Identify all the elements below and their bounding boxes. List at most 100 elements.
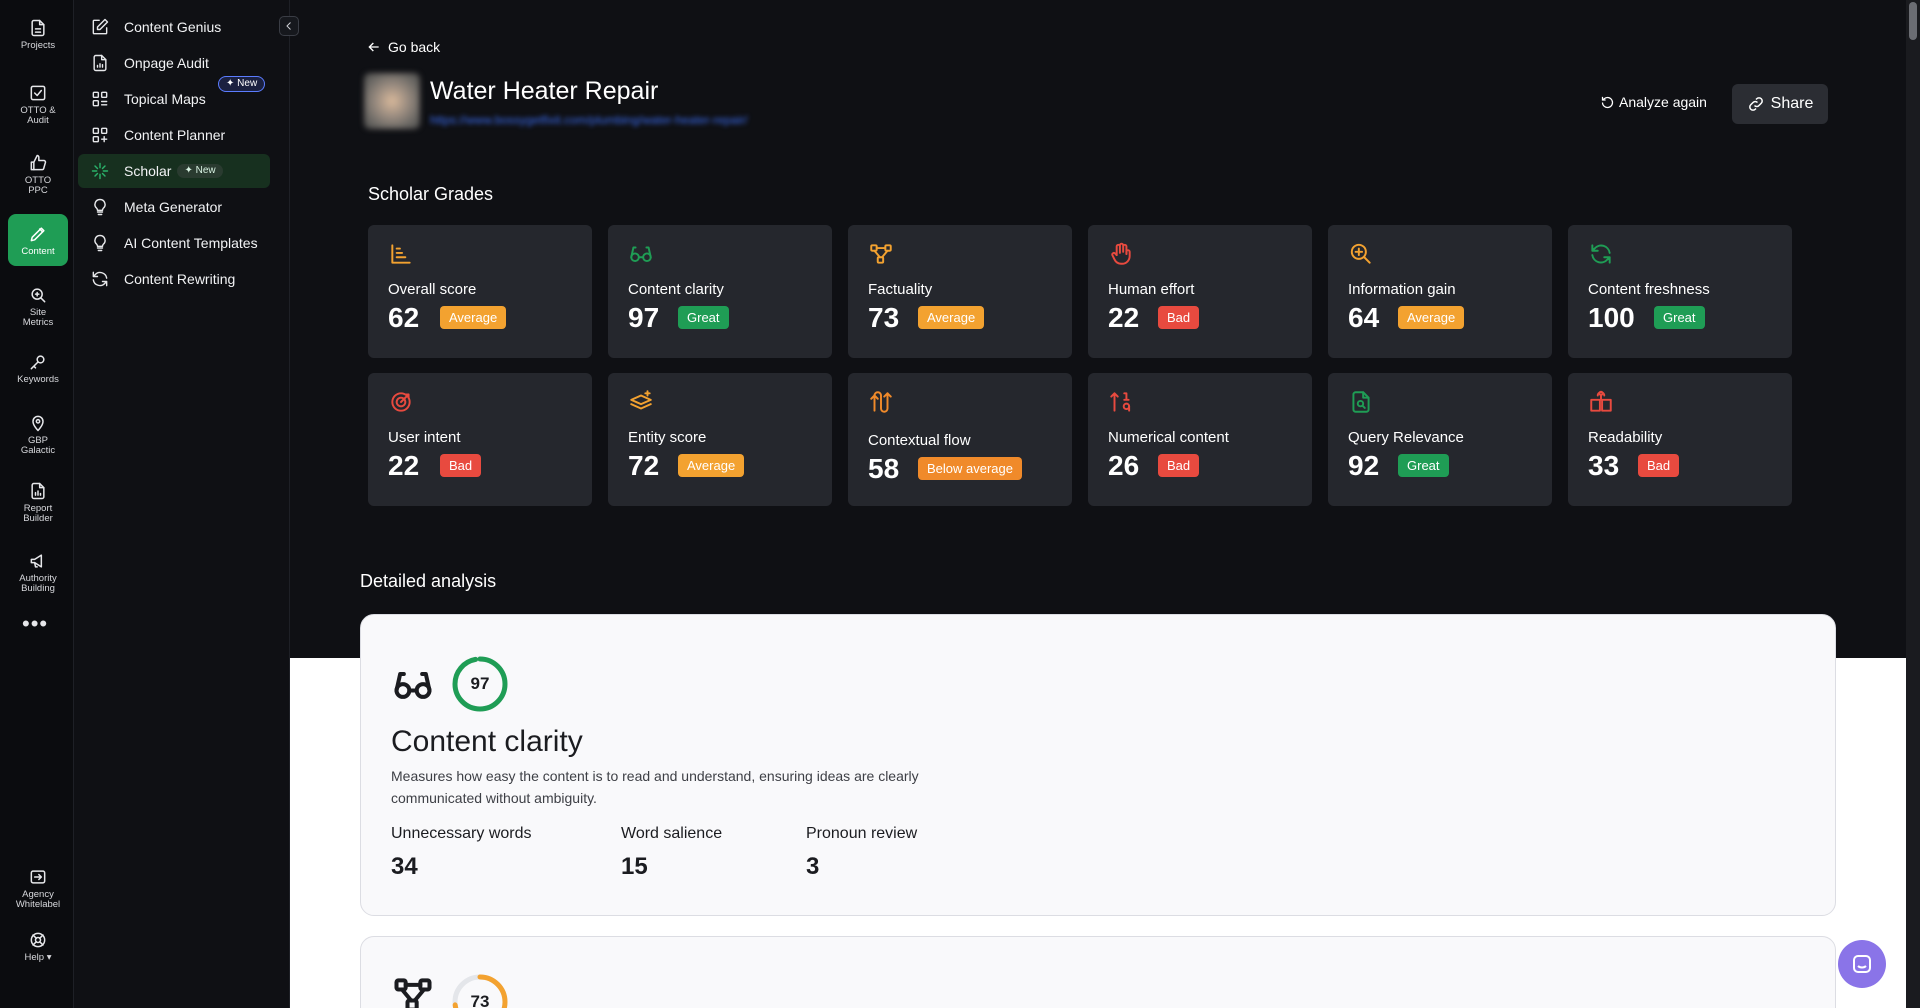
- page-scrollbar[interactable]: [1906, 0, 1920, 1008]
- share-button[interactable]: Share: [1732, 84, 1828, 124]
- rail-label: OTTO & Audit: [20, 104, 56, 126]
- menu-item-scholar[interactable]: Scholar ✦ New: [78, 154, 270, 188]
- menu-label: Content Genius: [124, 19, 222, 35]
- page-url-link[interactable]: https://www.bossygetfixit.com/plumbing/w…: [430, 113, 747, 127]
- grade-card-readability[interactable]: Readability 33 Bad: [1568, 373, 1792, 506]
- menu-label: Meta Generator: [124, 199, 223, 215]
- rail-item-report-builder[interactable]: Report Builder: [8, 476, 68, 528]
- grade-card-user-intent[interactable]: User intent 22 Bad: [368, 373, 592, 506]
- link-icon: [1748, 97, 1763, 111]
- grade-name: Contextual flow: [868, 432, 971, 449]
- refresh-icon: [92, 271, 108, 287]
- menu-item-content-rewriting[interactable]: Content Rewriting: [78, 262, 270, 296]
- menu-item-topical-maps[interactable]: Topical Maps ✦ New: [78, 76, 270, 116]
- rail-item-keywords[interactable]: Keywords: [8, 342, 68, 394]
- grade-score: 97: [628, 302, 660, 333]
- menu-item-content-genius[interactable]: Content Genius: [78, 10, 270, 44]
- metric-pronoun-review[interactable]: Pronoun review 3: [806, 825, 917, 881]
- chat-support-button[interactable]: [1838, 940, 1886, 988]
- scrollbar-thumb[interactable]: [1909, 2, 1917, 40]
- rail-label: Help ▾: [24, 951, 52, 963]
- grade-card-factuality[interactable]: Factuality 73 Average: [848, 225, 1072, 358]
- analyze-again-button[interactable]: Analyze again: [1600, 94, 1707, 110]
- rail-label: Keywords: [17, 373, 59, 385]
- grade-name: User intent: [388, 429, 461, 446]
- grade-status-badge: Bad: [1638, 454, 1680, 477]
- undo-icon: [1601, 96, 1614, 108]
- book-open-icon: [1590, 390, 1612, 412]
- rail-label: Report Builder: [23, 502, 53, 524]
- detail-card-factuality: 73: [360, 936, 1836, 1008]
- rail-item-agency-whitelabel[interactable]: Agency Whitelabel: [8, 862, 68, 914]
- grade-card-content-freshness[interactable]: Content freshness 100 Great: [1568, 225, 1792, 358]
- arrow-left-icon: [368, 42, 379, 52]
- grade-status-badge: Average: [440, 306, 507, 329]
- scholar-grades-title: Scholar Grades: [368, 184, 494, 204]
- nodes-icon: [870, 244, 892, 264]
- rail-item-otto-ppc[interactable]: OTTO PPC: [8, 148, 68, 200]
- refresh-icon: [1591, 244, 1611, 264]
- sort-numbers-icon: [1110, 392, 1131, 412]
- grade-score: 22: [388, 450, 420, 481]
- grade-score: 22: [1108, 302, 1140, 333]
- file-icon: [31, 19, 45, 36]
- menu-label: Content Rewriting: [124, 271, 236, 287]
- grade-status-badge: Below average: [918, 457, 1022, 480]
- menu-label: AI Content Templates: [124, 235, 258, 251]
- rail-item-content[interactable]: Content: [8, 214, 68, 266]
- grade-card-query-relevance[interactable]: Query Relevance 92 Great: [1328, 373, 1552, 506]
- grade-status-badge: Bad: [440, 454, 482, 477]
- grade-name: Information gain: [1348, 281, 1456, 298]
- chat-icon: [1853, 955, 1871, 973]
- rail-item-authority-building[interactable]: Authority Building: [8, 546, 68, 598]
- agency-icon: [30, 869, 46, 884]
- edit-icon: [92, 18, 109, 35]
- grade-card-content-clarity[interactable]: Content clarity 97 Great: [608, 225, 832, 358]
- map-pin-icon: [32, 415, 44, 431]
- grade-card-numerical-content[interactable]: Numerical content 26 Bad: [1088, 373, 1312, 506]
- rail-item-gbp-galactic[interactable]: GBP Galactic: [8, 408, 68, 460]
- rail-item-site-metrics[interactable]: Site Metrics: [8, 280, 68, 332]
- grade-card-contextual-flow[interactable]: Contextual flow 58 Below average: [848, 373, 1072, 506]
- report-icon: [31, 482, 45, 499]
- rail-label: GBP Galactic: [20, 434, 56, 456]
- rail-item-otto-audit[interactable]: OTTO & Audit: [8, 78, 68, 130]
- metric-unnecessary-words[interactable]: Unnecessary words 34: [391, 825, 532, 881]
- metric-label: Word salience: [621, 825, 723, 842]
- rail-item-help[interactable]: Help ▾: [8, 920, 68, 972]
- grade-card-human-effort[interactable]: Human effort 22 Bad: [1088, 225, 1312, 358]
- more-icon[interactable]: •••: [22, 613, 48, 635]
- menu-item-content-planner[interactable]: Content Planner: [78, 118, 270, 152]
- rail-label: Projects: [20, 39, 56, 51]
- grade-status-badge: Great: [1654, 306, 1705, 329]
- rail-label: Agency Whitelabel: [15, 888, 61, 910]
- grade-name: Entity score: [628, 429, 707, 446]
- menu-item-meta-generator[interactable]: Meta Generator: [78, 190, 270, 224]
- grade-score: 100: [1588, 302, 1635, 333]
- content-submenu: Content Genius Onpage Audit Topical Maps…: [74, 0, 290, 1008]
- metric-word-salience[interactable]: Word salience 15: [621, 825, 722, 881]
- hand-icon: [1111, 242, 1131, 265]
- grade-card-information-gain[interactable]: Information gain 64 Average: [1328, 225, 1552, 358]
- grade-score: 33: [1588, 450, 1620, 481]
- magnifier-icon: [31, 287, 46, 302]
- rail-item-projects[interactable]: Projects: [8, 8, 68, 60]
- grade-name: Overall score: [388, 281, 477, 298]
- grade-score: 58: [868, 453, 900, 484]
- metric-label: Unnecessary words: [391, 825, 532, 842]
- grade-card-entity-score[interactable]: Entity score 72 Average: [608, 373, 832, 506]
- grade-card-overall-score[interactable]: Overall score 62 Average: [368, 225, 592, 358]
- menu-item-ai-content-templates[interactable]: AI Content Templates: [78, 226, 270, 260]
- collapse-sidebar-button[interactable]: [279, 16, 299, 36]
- menu-item-onpage-audit[interactable]: Onpage Audit: [78, 46, 270, 80]
- grade-name: Human effort: [1108, 281, 1195, 298]
- page-title: Water Heater Repair: [430, 77, 659, 105]
- grade-status-badge: Average: [1398, 306, 1465, 329]
- menu-label: Scholar: [124, 163, 172, 179]
- bulb-icon: [94, 234, 106, 252]
- metric-value: 15: [621, 853, 648, 880]
- doc-search-icon: [1352, 391, 1370, 413]
- score-ring-value: 97: [470, 674, 490, 693]
- go-back-link[interactable]: Go back: [366, 39, 440, 55]
- flow-arrows-icon: [870, 391, 892, 413]
